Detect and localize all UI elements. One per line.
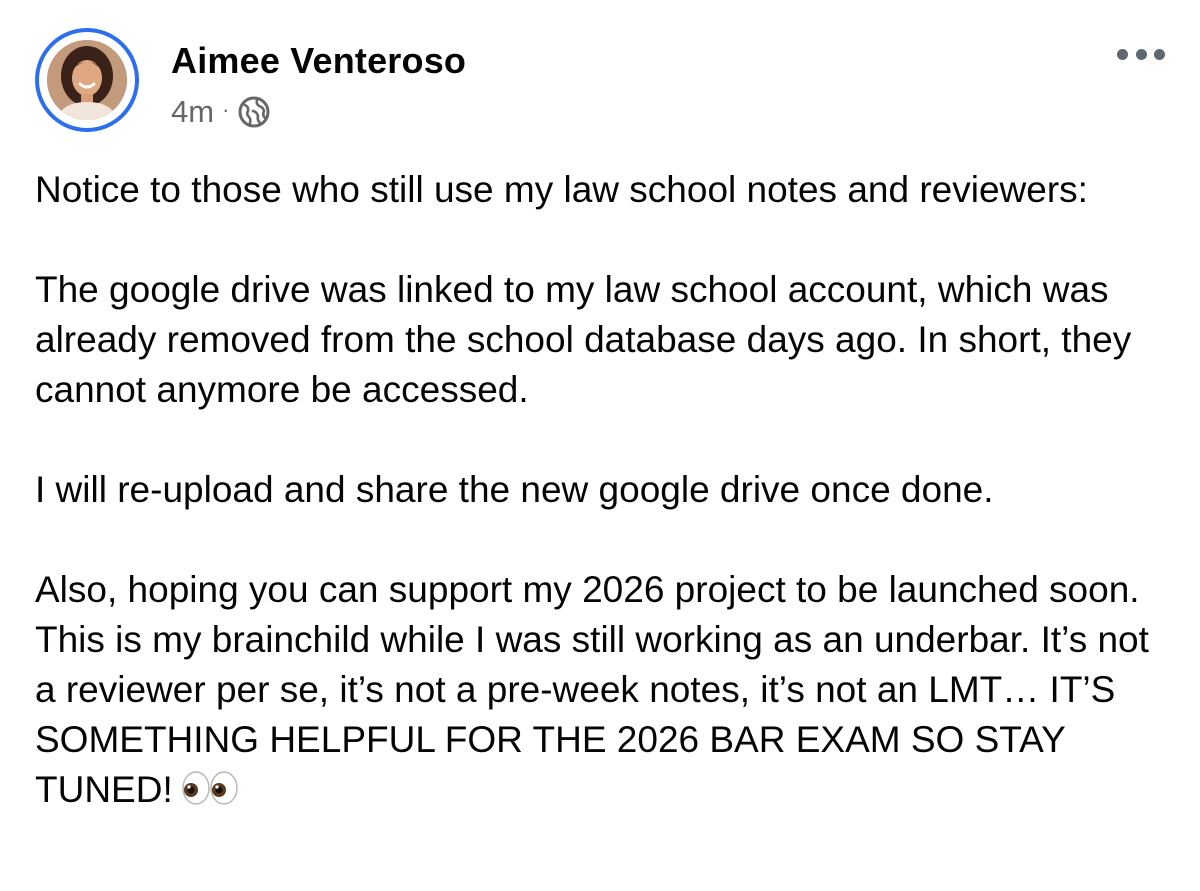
post-header: Aimee Venteroso 4m ·	[35, 28, 1165, 138]
post-paragraph: I will re-upload and share the new googl…	[35, 469, 994, 510]
more-dot-2	[1135, 48, 1147, 60]
globe-icon[interactable]	[237, 95, 271, 129]
post-paragraph: The google drive was linked to my law sc…	[35, 269, 1132, 410]
profile-photo-icon	[47, 40, 127, 120]
more-dot-1	[1117, 48, 1128, 60]
avatar[interactable]	[35, 28, 139, 132]
facebook-post: Aimee Venteroso 4m · Notice to those who…	[0, 0, 1200, 891]
post-body: Notice to those who still use my law sch…	[35, 165, 1175, 815]
post-timestamp[interactable]: 4m	[171, 94, 214, 130]
more-options-icon[interactable]	[1117, 42, 1165, 66]
eyes-emoji-icon	[181, 769, 239, 805]
meta-separator: ·	[222, 97, 230, 122]
post-paragraph-last: Also, hoping you can support my 2026 pro…	[35, 565, 1175, 815]
more-dot-3	[1154, 48, 1165, 60]
author-name[interactable]: Aimee Venteroso	[171, 40, 466, 82]
post-paragraph: Notice to those who still use my law sch…	[35, 169, 1088, 210]
post-meta: 4m ·	[171, 92, 271, 132]
